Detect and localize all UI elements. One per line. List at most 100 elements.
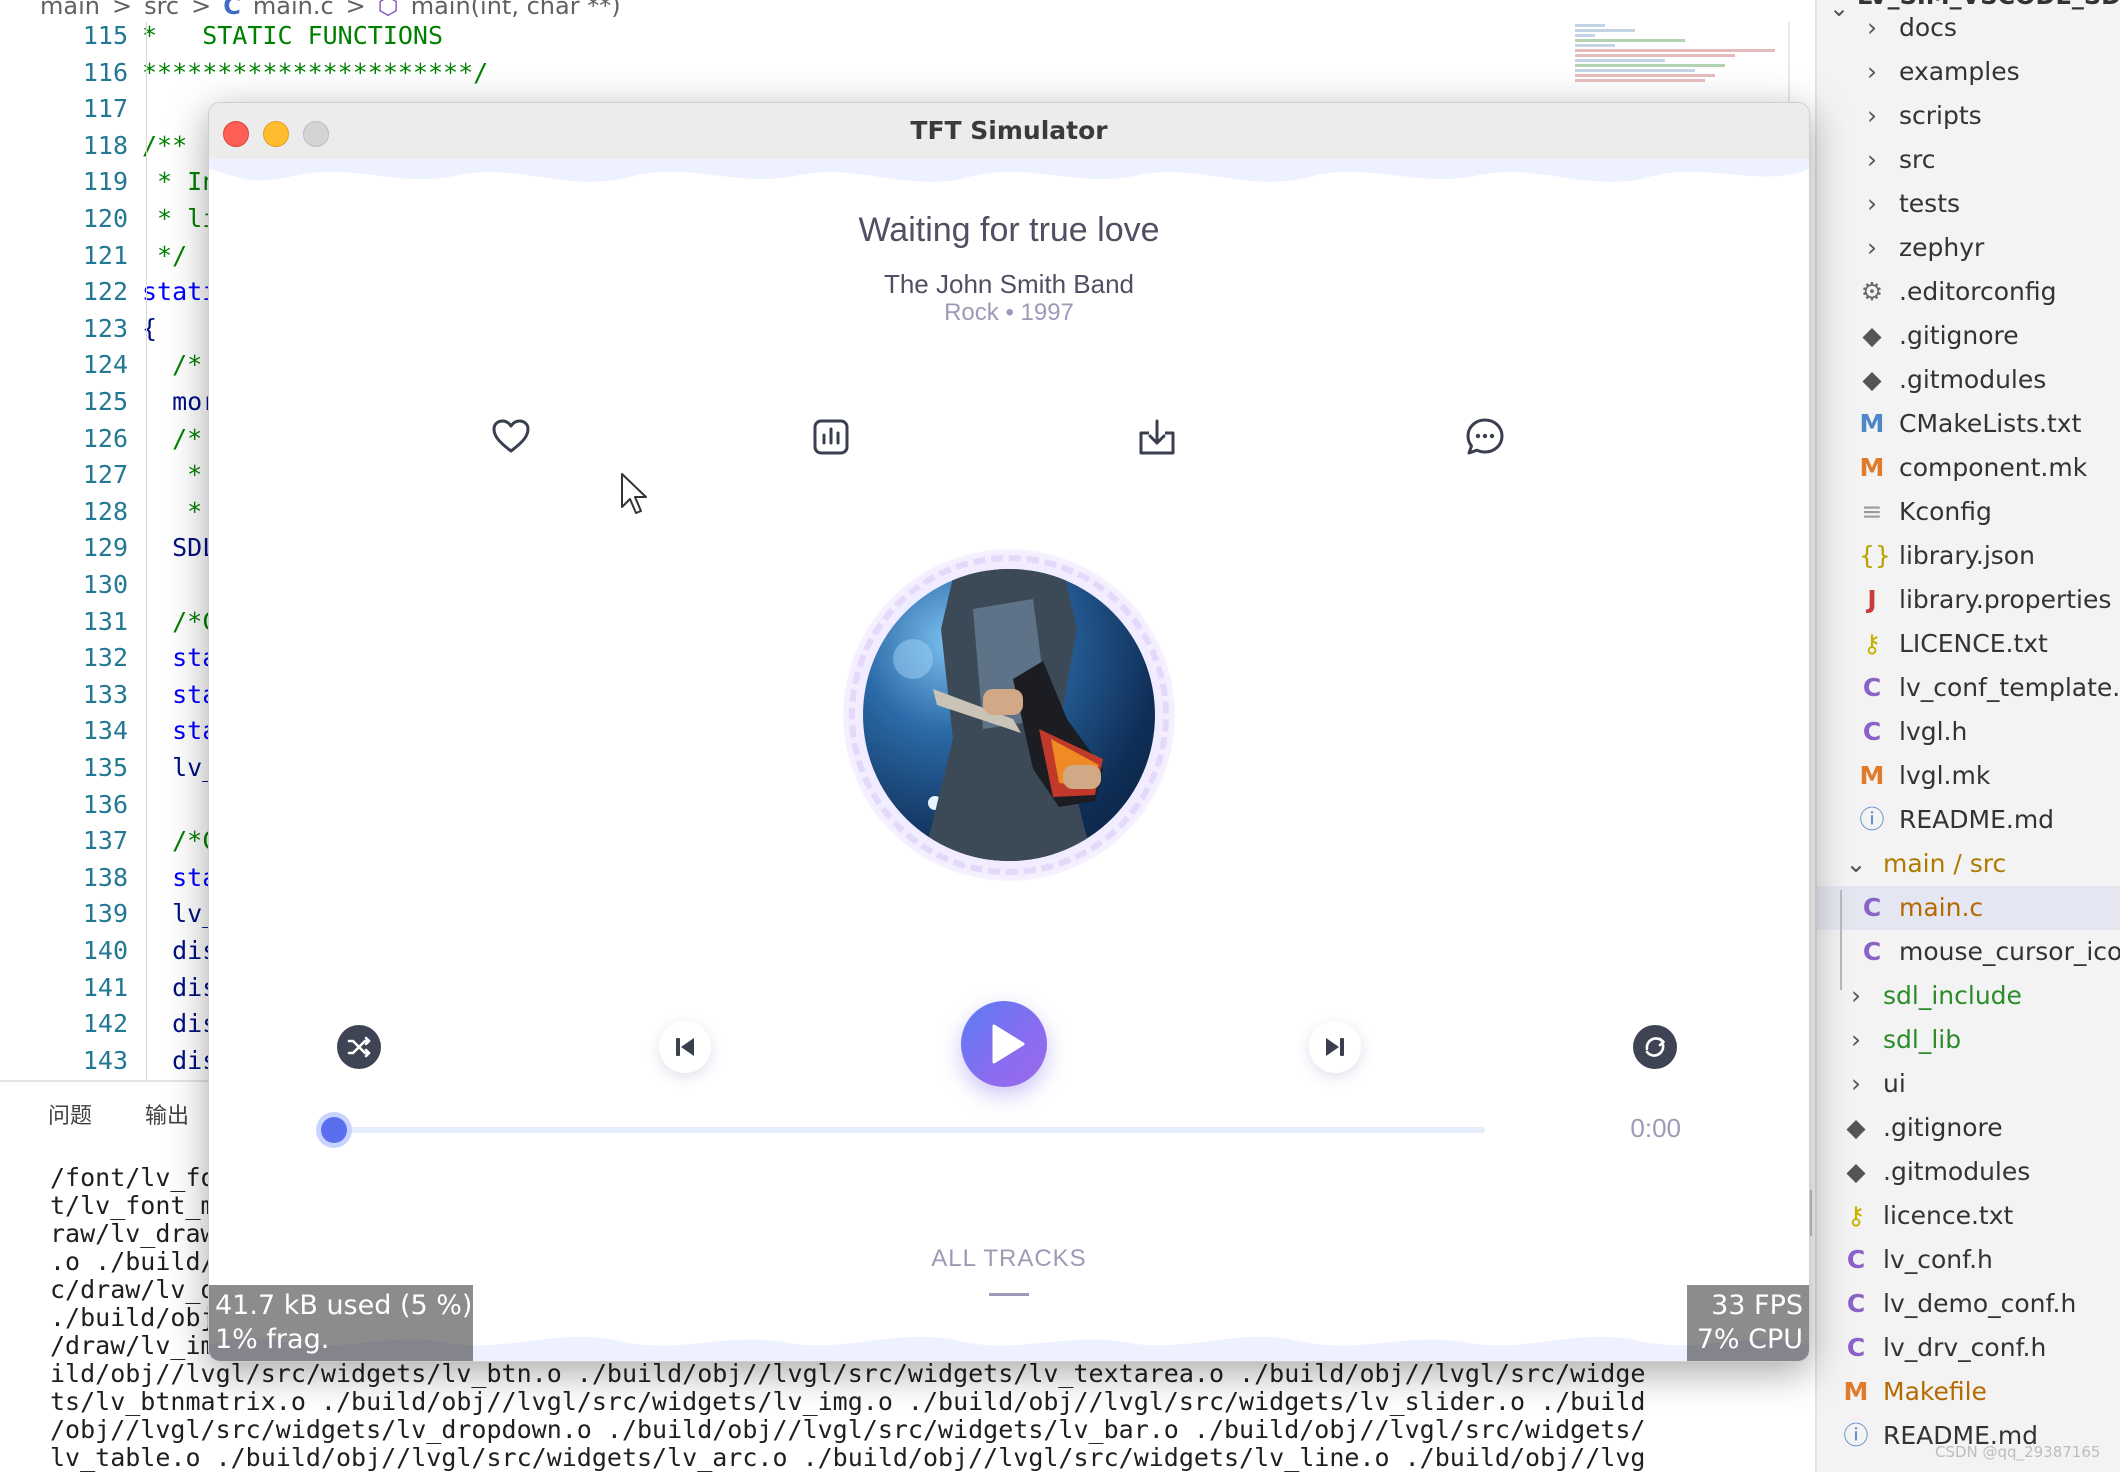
line-code[interactable]: **********************/: [142, 55, 488, 91]
line-code[interactable]: * STATIC FUNCTIONS: [142, 22, 443, 54]
line-code[interactable]: * li: [142, 201, 217, 237]
tree-item[interactable]: › src: [1817, 138, 2120, 182]
tree-item[interactable]: › docs: [1817, 6, 2120, 50]
line-code[interactable]: {: [142, 311, 157, 347]
tree-item[interactable]: Mlvgl.mk: [1817, 754, 2120, 798]
tree-item-label: lv_drv_conf.h: [1883, 1333, 2047, 1362]
line-code[interactable]: *: [142, 494, 202, 530]
tree-item[interactable]: › sdl_lib: [1817, 1018, 2120, 1062]
progress-slider-knob[interactable]: [321, 1117, 347, 1143]
tree-item[interactable]: Clv_conf_template.h: [1817, 666, 2120, 710]
chevron-right-icon: ›: [1867, 57, 1877, 86]
tree-item[interactable]: › ui: [1817, 1062, 2120, 1106]
line-code[interactable]: dis: [142, 1006, 217, 1042]
breadcrumb-item[interactable]: main(int, char **): [411, 0, 621, 20]
line-code[interactable]: */: [142, 238, 187, 274]
line-code[interactable]: lv_: [142, 750, 217, 786]
tree-item[interactable]: Cmouse_cursor_icon.c: [1817, 930, 2120, 974]
git-icon: ◆: [1862, 365, 1882, 394]
chat-icon[interactable]: [1463, 415, 1507, 459]
code-line[interactable]: 116 **********************/: [0, 55, 1560, 91]
tree-item[interactable]: ◆ .gitmodules: [1817, 358, 2120, 402]
tree-item[interactable]: › examples: [1817, 50, 2120, 94]
tree-item[interactable]: ⓘ README.md: [1817, 798, 2120, 842]
tree-item[interactable]: ⚷ LICENCE.txt: [1817, 622, 2120, 666]
tree-item[interactable]: ⌄ main / src: [1817, 842, 2120, 886]
chevron-right-icon: ›: [1867, 101, 1877, 130]
line-number: 140: [82, 936, 128, 965]
line-code[interactable]: *: [142, 457, 202, 493]
next-track-button[interactable]: [1309, 1021, 1361, 1073]
line-code[interactable]: dis: [142, 970, 217, 1006]
c-file-icon[interactable]: C: [223, 0, 241, 20]
shuffle-button[interactable]: [337, 1025, 381, 1069]
tree-item[interactable]: ◆ .gitmodules: [1817, 1150, 2120, 1194]
line-number: 138: [82, 862, 128, 892]
memory-monitor: 41.7 kB used (5 %) 1% frag.: [209, 1285, 473, 1361]
tree-item[interactable]: ⚷ licence.txt: [1817, 1194, 2120, 1238]
progress-slider-track[interactable]: [335, 1127, 1485, 1133]
line-code[interactable]: sta: [142, 677, 217, 713]
repeat-button[interactable]: [1633, 1025, 1677, 1069]
tree-item[interactable]: › zephyr: [1817, 226, 2120, 270]
line-code[interactable]: sta: [142, 640, 217, 676]
terminal-line: lv_table.o ./build/obj//lvgl/src/widgets…: [50, 1443, 1646, 1472]
tree-item[interactable]: Clvgl.h: [1817, 710, 2120, 754]
tft-simulator-window[interactable]: TFT Simulator Waiting for true love The …: [208, 102, 1810, 1362]
line-code[interactable]: lv_: [142, 896, 217, 932]
gear-icon: ⚙: [1860, 277, 1884, 306]
tree-item[interactable]: Clv_demo_conf.h: [1817, 1282, 2120, 1326]
window-titlebar[interactable]: TFT Simulator: [209, 103, 1809, 160]
tree-item[interactable]: Clv_conf.h: [1817, 1238, 2120, 1282]
tree-item[interactable]: › tests: [1817, 182, 2120, 226]
download-icon[interactable]: [1135, 415, 1179, 459]
breadcrumb[interactable]: main > src > Cmain.c > ⬡ main(int, char **): [40, 0, 1140, 22]
tree-item[interactable]: M CMakeLists.txt: [1817, 402, 2120, 446]
line-code[interactable]: /*: [142, 347, 202, 383]
line-code[interactable]: SDL: [142, 530, 217, 566]
c-purple-icon: C: [1862, 937, 1882, 966]
breadcrumb-item[interactable]: main: [40, 0, 100, 20]
chart-icon[interactable]: [809, 415, 853, 459]
tree-item[interactable]: › scripts: [1817, 94, 2120, 138]
line-code[interactable]: /*C: [142, 823, 217, 859]
tree-item[interactable]: ≡ Kconfig: [1817, 490, 2120, 534]
breadcrumb-item[interactable]: main.c: [253, 0, 334, 20]
method-icon[interactable]: ⬡: [378, 0, 399, 20]
info-icon: ⓘ: [1843, 1421, 1869, 1450]
album-art-container[interactable]: [843, 549, 1175, 881]
heart-icon[interactable]: [489, 415, 533, 459]
line-code[interactable]: /*C: [142, 604, 217, 640]
tree-item[interactable]: Jlibrary.properties: [1817, 578, 2120, 622]
tree-item[interactable]: {} library.json: [1817, 534, 2120, 578]
line-code[interactable]: mor: [142, 384, 217, 420]
m-orange-icon: M: [1843, 1377, 1869, 1406]
line-number: 126: [82, 423, 128, 453]
play-button[interactable]: [961, 1001, 1047, 1087]
tree-item[interactable]: ◆ .gitignore: [1817, 1106, 2120, 1150]
tree-item[interactable]: ◆ .gitignore: [1817, 314, 2120, 358]
line-number: 119: [82, 167, 128, 197]
breadcrumb-item[interactable]: src: [144, 0, 179, 20]
line-code[interactable]: /*: [142, 421, 202, 457]
tree-item[interactable]: Cmain.c: [1817, 886, 2120, 930]
window-title: TFT Simulator: [910, 116, 1108, 145]
tree-item[interactable]: Mcomponent.mk: [1817, 446, 2120, 490]
memory-fragmentation: 1% frag.: [215, 1324, 330, 1355]
tab-output[interactable]: 输出: [145, 1104, 189, 1129]
tree-item[interactable]: › sdl_include: [1817, 974, 2120, 1018]
code-line[interactable]: 115 * STATIC FUNCTIONS: [0, 22, 1560, 54]
line-code[interactable]: stati: [142, 274, 217, 310]
line-code[interactable]: sta: [142, 713, 217, 749]
line-code[interactable]: dis: [142, 933, 217, 969]
line-code[interactable]: * In: [142, 164, 217, 200]
tree-item[interactable]: Clv_drv_conf.h: [1817, 1326, 2120, 1370]
all-tracks-button[interactable]: ALL TRACKS: [209, 1245, 1809, 1273]
line-code[interactable]: dis: [142, 1043, 217, 1079]
previous-track-button[interactable]: [659, 1021, 711, 1073]
line-code[interactable]: /**: [142, 128, 187, 164]
tree-item[interactable]: ⚙ .editorconfig: [1817, 270, 2120, 314]
tree-item[interactable]: M Makefile: [1817, 1370, 2120, 1414]
line-code[interactable]: sta: [142, 860, 217, 896]
tab-problems[interactable]: 问题: [48, 1104, 92, 1129]
